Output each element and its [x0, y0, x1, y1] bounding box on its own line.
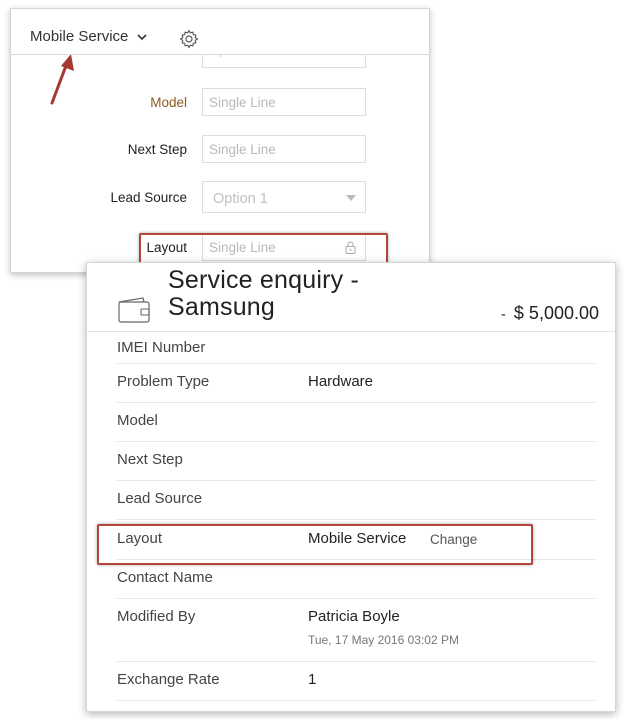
layout-picker-label: Mobile Service [30, 28, 129, 45]
detail-row-label: Next Step [117, 451, 183, 468]
field-row-next-step: Next Step Single Line [11, 135, 429, 165]
annotation-arrow-icon [50, 54, 74, 105]
detail-row: IMEI Number [117, 331, 595, 364]
detail-row-label: Model [117, 412, 158, 429]
field-input-next-step[interactable]: Single Line [202, 135, 366, 163]
detail-row-value: 1 [308, 671, 317, 688]
field-label-lead-source: Lead Source [110, 190, 187, 205]
layout-row-highlight [97, 524, 533, 565]
wallet-icon [118, 297, 150, 323]
gear-icon[interactable] [179, 29, 199, 49]
lead-source-value: Option 1 [213, 191, 268, 207]
record-header: Service enquiry - Samsung - $ 5,000.00 [87, 263, 615, 332]
detail-row: Problem Type Hardware [117, 363, 595, 403]
record-title: Service enquiry - Samsung [168, 266, 359, 321]
detail-row: Lead Source [117, 480, 595, 520]
field-row-lead-source: Lead Source Option 1 [11, 181, 429, 213]
field-input-model[interactable]: Single Line [202, 88, 366, 116]
amount-value: $ 5,000.00 [513, 303, 599, 323]
detail-row: Exchange Rate 1 [117, 661, 595, 701]
detail-row-label: Exchange Rate [117, 671, 220, 688]
detail-row-modified-by: Modified By Patricia Boyle Tue, 17 May 2… [117, 598, 595, 662]
field-label-next-step: Next Step [127, 142, 187, 157]
detail-row: Model [117, 402, 595, 442]
detail-row-value: Patricia Boyle [308, 608, 400, 625]
lead-source-select[interactable]: Option 1 [202, 181, 366, 213]
layout-editor-panel: Option 1 Mobile Service Model Single Lin… [10, 8, 430, 273]
editor-header: Mobile Service [11, 9, 429, 55]
detail-row-label: Problem Type [117, 373, 210, 390]
detail-row: Contact Name [117, 559, 595, 599]
modified-timestamp: Tue, 17 May 2016 03:02 PM [308, 633, 459, 647]
layout-picker[interactable]: Mobile Service [30, 28, 148, 45]
detail-row-label: Lead Source [117, 490, 203, 507]
field-label-model: Model [150, 95, 187, 110]
record-detail-panel: Service enquiry - Samsung - $ 5,000.00 IM… [86, 262, 616, 712]
chevron-down-icon [137, 33, 147, 40]
detail-row-label: Contact Name [117, 569, 213, 586]
detail-row-value: Hardware [308, 373, 374, 390]
detail-row: Next Step [117, 441, 595, 481]
dropdown-arrow-icon [346, 195, 356, 201]
detail-row-label: IMEI Number [117, 339, 206, 356]
detail-row-label: Modified By [117, 608, 196, 625]
amount-dash: - [500, 306, 506, 323]
record-amount: - $ 5,000.00 [501, 303, 599, 324]
